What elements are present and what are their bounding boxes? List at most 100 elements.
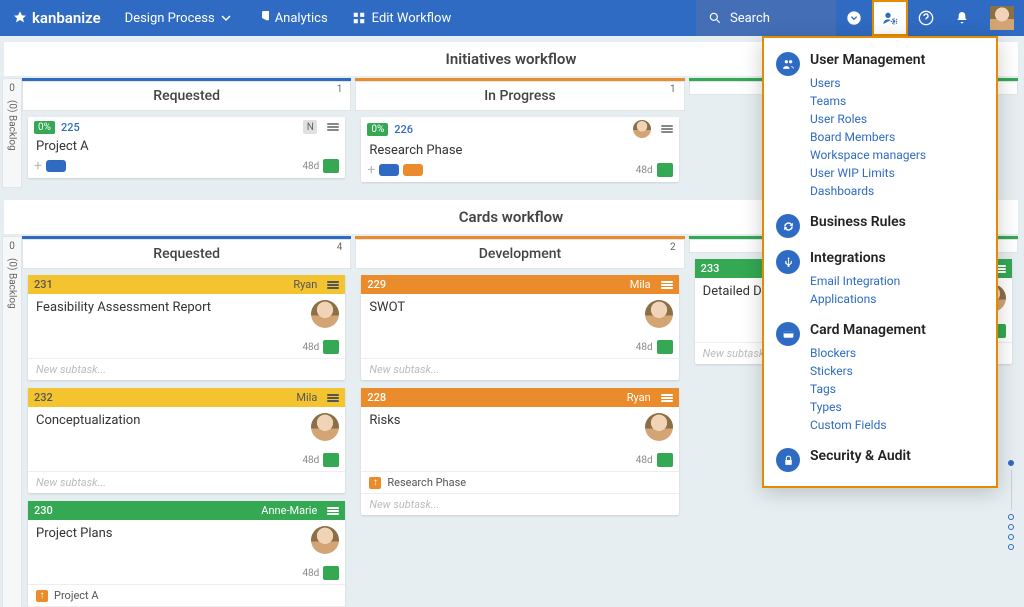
- card-id: 228: [367, 391, 386, 404]
- edit-workflow-label: Edit Workflow: [372, 11, 452, 26]
- task-card[interactable]: 232 Mila Conceptualization 48d New subta…: [28, 388, 345, 493]
- add-icon[interactable]: +: [367, 162, 375, 178]
- lock-icon: [776, 448, 800, 472]
- column-header[interactable]: Development 2: [355, 239, 684, 269]
- assignee-name: Ryan: [293, 278, 317, 291]
- dropdown-toggle[interactable]: [836, 0, 872, 36]
- column-name: Development: [479, 246, 561, 262]
- workspace-name: Design Process: [125, 11, 215, 26]
- type-chip: [46, 160, 66, 172]
- dropdown-section-title[interactable]: Integrations: [810, 250, 982, 266]
- new-subtask-input[interactable]: New subtask...: [28, 358, 345, 380]
- column-header[interactable]: In Progress 1: [355, 81, 684, 111]
- bell-icon: [954, 10, 970, 26]
- help-button[interactable]: [908, 0, 944, 36]
- kanban-column: In Progress 1 0% 226 Research Phase + 48…: [355, 78, 684, 188]
- add-icon[interactable]: +: [34, 158, 42, 174]
- task-card[interactable]: 230 Anne-Marie Project Plans 48d ↑Projec…: [28, 501, 345, 607]
- task-card[interactable]: 229 Mila SWOT 48d New subtask...: [361, 275, 678, 380]
- column-name: Requested: [153, 246, 220, 262]
- status-indicator: [323, 453, 339, 467]
- admin-settings-button[interactable]: [872, 0, 908, 36]
- progress-badge: 0%: [367, 123, 388, 136]
- dropdown-link[interactable]: Users: [810, 74, 982, 92]
- dropdown-link[interactable]: User Roles: [810, 110, 982, 128]
- chevron-down-icon: [221, 13, 231, 23]
- card-id: 232: [34, 391, 53, 404]
- subtask[interactable]: ↑Research Phase: [361, 471, 678, 493]
- notifications-button[interactable]: [944, 0, 980, 36]
- subtask[interactable]: ↑Project A: [28, 584, 345, 606]
- progress-badge: 0%: [34, 121, 55, 134]
- dropdown-section-title[interactable]: Business Rules: [810, 214, 982, 230]
- card-id: 230: [34, 504, 53, 517]
- assignee-name: Ryan: [627, 391, 651, 404]
- initiative-card[interactable]: 0% 225 N Project A + 48d: [28, 117, 345, 178]
- card-title: Research Phase: [369, 143, 670, 158]
- dropdown-link[interactable]: Custom Fields: [810, 416, 982, 434]
- analytics-link[interactable]: Analytics: [243, 11, 340, 26]
- task-card[interactable]: 231 Ryan Feasibility Assessment Report 4…: [28, 275, 345, 380]
- type-chip: [379, 164, 399, 176]
- dropdown-link[interactable]: Board Members: [810, 128, 982, 146]
- card-menu-icon[interactable]: [661, 125, 673, 133]
- admin-dropdown: User Management UsersTeamsUser RolesBoar…: [762, 36, 998, 488]
- search-box[interactable]: Search: [696, 0, 836, 36]
- card-id: 233: [701, 262, 720, 275]
- dropdown-section: Business Rules: [764, 210, 996, 246]
- card-title: Risks: [369, 413, 670, 428]
- card-age: 48d: [302, 455, 319, 466]
- column-count: 2: [670, 242, 676, 253]
- user-avatar[interactable]: [990, 6, 1014, 30]
- arrow-up-icon: ↑: [36, 590, 48, 602]
- column-count: 1: [670, 84, 676, 95]
- card-age: 48d: [636, 455, 653, 466]
- card-title: Feasibility Assessment Report: [36, 300, 337, 315]
- status-indicator: [323, 340, 339, 354]
- column-header[interactable]: Requested 1: [22, 81, 351, 111]
- card-menu-icon[interactable]: [327, 394, 339, 402]
- dropdown-link[interactable]: Types: [810, 398, 982, 416]
- edit-workflow-link[interactable]: Edit Workflow: [340, 11, 464, 26]
- assignee-avatar: [311, 413, 339, 441]
- dropdown-link[interactable]: User WIP Limits: [810, 164, 982, 182]
- card-age: 48d: [636, 165, 653, 176]
- assignee-avatar: [633, 120, 651, 138]
- assignee-avatar: [311, 300, 339, 328]
- dropdown-section: User Management UsersTeamsUser RolesBoar…: [764, 48, 996, 210]
- dropdown-link[interactable]: Email Integration: [810, 272, 982, 290]
- new-subtask-input[interactable]: New subtask...: [361, 493, 678, 515]
- card-menu-icon[interactable]: [327, 281, 339, 289]
- backlog-column[interactable]: 0 (0) Backlog: [2, 236, 22, 607]
- backlog-label: (0) Backlog: [7, 100, 18, 151]
- dropdown-section-title[interactable]: User Management: [810, 52, 982, 68]
- card-menu-icon[interactable]: [661, 281, 673, 289]
- new-subtask-input[interactable]: New subtask...: [361, 358, 678, 380]
- dropdown-section-title[interactable]: Security & Audit: [810, 448, 982, 464]
- card-menu-icon[interactable]: [327, 123, 339, 131]
- dropdown-link[interactable]: Stickers: [810, 362, 982, 380]
- users-icon: [776, 52, 800, 76]
- new-subtask-input[interactable]: New subtask...: [28, 471, 345, 493]
- card-menu-icon[interactable]: [661, 394, 673, 402]
- status-indicator: [657, 453, 673, 467]
- dropdown-link[interactable]: Blockers: [810, 344, 982, 362]
- help-icon: [918, 10, 934, 26]
- column-header[interactable]: Requested 4: [22, 239, 351, 269]
- brand-logo[interactable]: kanbanize: [0, 9, 113, 27]
- initiative-card[interactable]: 0% 226 Research Phase + 48d: [361, 117, 678, 182]
- card-menu-icon[interactable]: [327, 507, 339, 515]
- task-card[interactable]: 228 Ryan Risks 48d ↑Research PhaseNew su…: [361, 388, 678, 515]
- assignee-name: Anne-Marie: [261, 504, 317, 517]
- backlog-column[interactable]: 0 (0) Backlog: [2, 78, 22, 188]
- dropdown-section-title[interactable]: Card Management: [810, 322, 982, 338]
- dropdown-link[interactable]: Teams: [810, 92, 982, 110]
- dropdown-section: Security & Audit: [764, 444, 996, 480]
- dropdown-link[interactable]: Workspace managers: [810, 146, 982, 164]
- dropdown-link[interactable]: Tags: [810, 380, 982, 398]
- assignee-avatar: [645, 413, 673, 441]
- arrow-up-icon: ↑: [369, 477, 381, 489]
- dropdown-link[interactable]: Applications: [810, 290, 982, 308]
- workspace-selector[interactable]: Design Process: [113, 11, 243, 26]
- dropdown-link[interactable]: Dashboards: [810, 182, 982, 200]
